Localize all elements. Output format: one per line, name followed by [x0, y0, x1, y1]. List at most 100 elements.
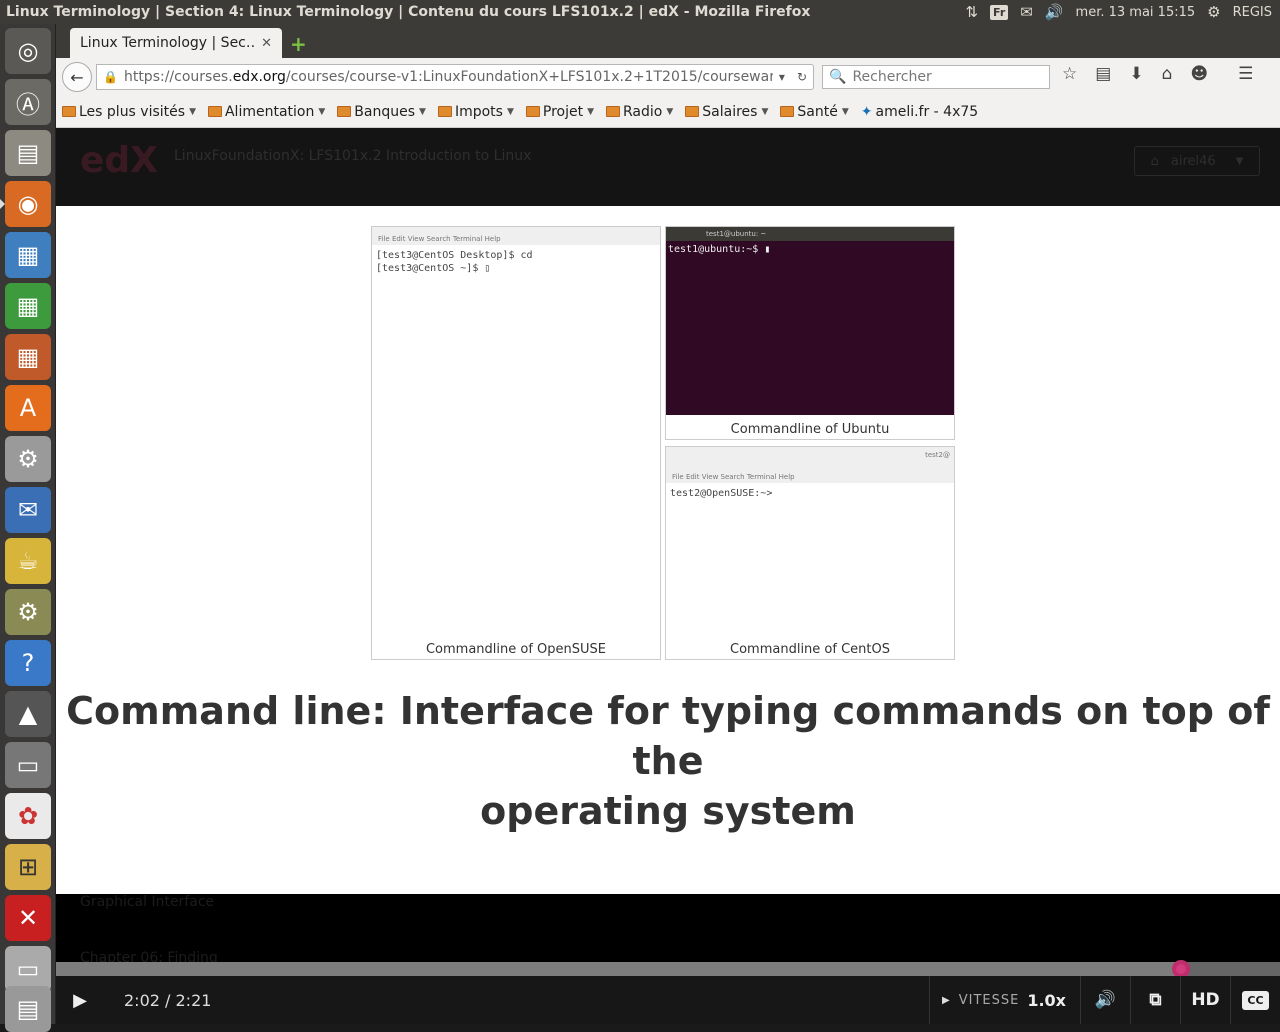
search-input[interactable]: 🔍 Rechercher [822, 65, 1050, 89]
chat-icon[interactable]: ☻ [1190, 64, 1208, 84]
hd-button[interactable]: HD [1180, 976, 1230, 1024]
window-title: Linux Terminology | Section 4: Linux Ter… [6, 4, 811, 20]
list-item[interactable]: Graphical Interface [80, 894, 218, 910]
user-name[interactable]: REGIS [1233, 5, 1272, 20]
captions-button[interactable]: CC [1230, 976, 1280, 1024]
chevron-down-icon: ▼ [1235, 155, 1244, 167]
writer-icon[interactable]: ▦ [5, 232, 51, 278]
download-icon[interactable]: ⬇ [1129, 64, 1143, 84]
scrubber-progress [56, 962, 1182, 976]
impress-icon[interactable]: ▦ [5, 334, 51, 380]
user-menu-button[interactable]: ⌂ airel46 ▼ [1134, 146, 1260, 176]
back-icon[interactable]: ← [62, 62, 92, 92]
video-time: 2:02 / 2:21 [124, 990, 212, 1010]
scilab-icon[interactable]: ✕ [5, 895, 51, 941]
video-scrubber[interactable] [56, 960, 1280, 978]
bookmark-folder-alimentation[interactable]: Alimentation ▼ [207, 104, 326, 120]
video-frame[interactable]: File Edit View Search Terminal Help [tes… [56, 206, 1280, 894]
color-app-icon[interactable]: ✿ [5, 793, 51, 839]
terminal-text: test1@ubuntu:~$ ▮ [668, 244, 771, 255]
thunderbird-icon[interactable]: ✉ [5, 487, 51, 533]
help-icon[interactable]: ? [5, 640, 51, 686]
search-placeholder: Rechercher [852, 69, 932, 85]
home-icon[interactable]: ⌂ [1162, 64, 1173, 84]
mail-icon[interactable]: ✉ [1020, 3, 1033, 21]
video-right-controls: ▶ VITESSE 1.0x 🔊 ⧉ HD CC [929, 976, 1280, 1024]
search-icon: 🔍 [829, 69, 847, 85]
url-dropdown-icon[interactable]: ▾ [773, 70, 791, 84]
chevron-down-icon: ▼ [587, 106, 594, 117]
navigation-toolbar: ← 🔒 https://courses.edx.org/courses/cour… [56, 58, 1280, 96]
folder-icon [62, 106, 76, 117]
keyboard-layout-indicator[interactable]: Fr [990, 4, 1009, 20]
tab-bar: Linux Terminology | Sec… ✕ + [56, 24, 1280, 58]
calc-icon[interactable]: ▦ [5, 283, 51, 329]
top-panel: Linux Terminology | Section 4: Linux Ter… [0, 0, 1280, 24]
files-icon[interactable]: ▤ [5, 130, 51, 176]
url-text[interactable]: https://courses.edx.org/courses/course-v… [124, 69, 773, 85]
url-bar[interactable]: 🔒 https://courses.edx.org/courses/course… [96, 64, 814, 90]
clock[interactable]: mer. 13 mai 15:15 [1076, 5, 1196, 20]
terminal-ubuntu: test1@ubuntu: ~ test1@ubuntu:~$ ▮ Comman… [665, 226, 955, 440]
play-icon[interactable]: ▶ [60, 976, 100, 1024]
terminal-centos: test2@ File Edit View Search Terminal He… [665, 446, 955, 660]
lock-icon[interactable]: 🔒 [103, 70, 118, 84]
chevron-down-icon: ▼ [841, 106, 849, 117]
software-updater-icon[interactable]: Ⓐ [5, 79, 51, 125]
network-icon[interactable]: ⇅ [965, 3, 978, 21]
close-tab-icon[interactable]: ✕ [261, 36, 272, 51]
gears-app-icon[interactable]: ⚙ [5, 589, 51, 635]
terminal-caption: Commandline of CentOS [730, 642, 890, 657]
dash-icon[interactable]: ◎ [5, 28, 51, 74]
volume-icon[interactable]: 🔊 [1045, 3, 1064, 21]
gear-icon[interactable]: ⚙ [1207, 3, 1220, 21]
bookmark-folder-banques[interactable]: Banques ▼ [337, 104, 426, 120]
bookmark-folder-radio[interactable]: Radio ▼ [606, 104, 673, 120]
chevron-down-icon: ▼ [189, 106, 196, 117]
software-center-icon[interactable]: A [5, 385, 51, 431]
folder-icon [685, 106, 700, 117]
new-tab-icon[interactable]: + [290, 32, 307, 56]
diagram-app-icon[interactable]: ⊞ [5, 844, 51, 890]
volume-icon[interactable]: 🔊 [1080, 976, 1130, 1024]
bookmark-star-icon[interactable]: ☆ [1062, 64, 1077, 84]
folder-icon [437, 106, 452, 117]
bookmark-ameli[interactable]: ✦ ameli.fr - 4x75 [861, 104, 978, 120]
system-tray: ⇅ Fr ✉ 🔊 mer. 13 mai 15:15 ⚙ REGIS [965, 3, 1280, 21]
tab-active[interactable]: Linux Terminology | Sec… ✕ [70, 28, 282, 58]
cc-icon: CC [1242, 990, 1269, 1010]
chevron-right-icon: ▶ [942, 994, 951, 1006]
folder-icon [337, 106, 352, 117]
launcher: ◎ Ⓐ ▤ ◉ ▦ ▦ ▦ A ⚙ ✉ ☕ ⚙ ? ▲ ▭ ✿ ⊞ ✕ ▭ ▤ [0, 24, 56, 1032]
scanner-icon[interactable]: ▭ [5, 742, 51, 788]
bookmark-folder-salaires[interactable]: Salaires ▼ [685, 104, 768, 120]
inkscape-icon[interactable]: ▲ [5, 691, 51, 737]
terminal-text: test2@OpenSUSE:~> [670, 488, 773, 499]
reload-icon[interactable]: ↻ [791, 70, 813, 84]
system-settings-icon[interactable]: ⚙ [5, 436, 51, 482]
firefox-icon[interactable]: ◉ [5, 181, 51, 227]
folder-icon [525, 106, 540, 117]
trash-icon[interactable]: ▤ [5, 986, 51, 1032]
terminal-menubar: File Edit View Search Terminal Help [666, 465, 954, 483]
bookmark-folder-projet[interactable]: Projet ▼ [525, 104, 594, 120]
teapot-app-icon[interactable]: ☕ [5, 538, 51, 584]
fullscreen-icon[interactable]: ⧉ [1130, 976, 1180, 1024]
bookmark-most-visited[interactable]: Les plus visités ▼ [62, 104, 196, 120]
speed-label: VITESSE [958, 992, 1020, 1008]
reading-list-icon[interactable]: ▤ [1095, 64, 1111, 84]
terminal-text: [test3@CentOS Desktop]$ cd [test3@CentOS… [376, 250, 533, 274]
terminal-caption: Commandline of OpenSUSE [425, 642, 607, 657]
edx-header: edX LinuxFoundationX: LFS101x.2 Introduc… [56, 128, 1280, 206]
edx-logo[interactable]: edX [80, 140, 158, 181]
ameli-favicon-icon: ✦ [860, 103, 873, 120]
terminal-titlebar: test1@ubuntu: ~ [666, 227, 954, 241]
bookmark-folder-sante[interactable]: Santé ▼ [780, 104, 849, 120]
terminal-titlebar: test2@ [666, 447, 954, 465]
speed-control[interactable]: ▶ VITESSE 1.0x [929, 976, 1080, 1024]
course-name: LinuxFoundationX: LFS101x.2 Introduction… [174, 148, 532, 164]
bookmark-folder-impots[interactable]: Impots ▼ [437, 104, 514, 120]
chevron-down-icon: ▼ [506, 106, 514, 117]
chevron-down-icon: ▼ [318, 106, 326, 117]
menu-icon[interactable]: ☰ [1238, 64, 1253, 84]
